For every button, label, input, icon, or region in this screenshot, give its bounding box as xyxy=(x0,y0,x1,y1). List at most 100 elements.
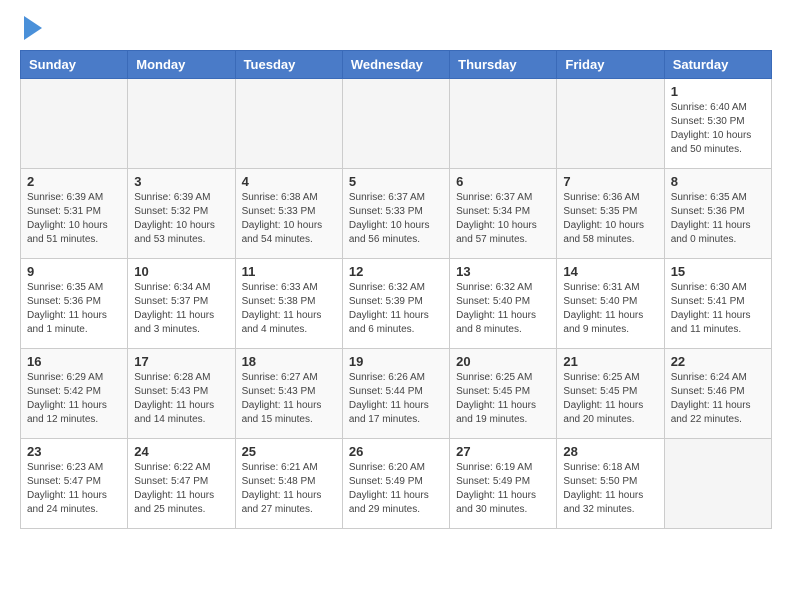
day-cell: 28 Sunrise: 6:18 AM Sunset: 5:50 PM Dayli… xyxy=(557,439,664,529)
day-cell: 16 Sunrise: 6:29 AM Sunset: 5:42 PM Dayli… xyxy=(21,349,128,439)
day-number: 26 xyxy=(349,444,443,459)
day-cell: 26 Sunrise: 6:20 AM Sunset: 5:49 PM Dayli… xyxy=(342,439,449,529)
logo-arrow-icon xyxy=(24,16,42,40)
week-row-3: 9 Sunrise: 6:35 AM Sunset: 5:36 PM Daylig… xyxy=(21,259,772,349)
day-cell xyxy=(342,79,449,169)
day-cell: 12Sunrise: 6:32 AM Sunset: 5:39 PM Dayli… xyxy=(342,259,449,349)
day-info: Sunrise: 6:31 AM Sunset: 5:40 PM Dayligh… xyxy=(563,281,657,337)
day-number: 2 xyxy=(27,174,121,189)
day-number: 27 xyxy=(456,444,550,459)
day-number: 18 xyxy=(242,354,336,369)
header-tuesday: Tuesday xyxy=(235,51,342,79)
day-cell: 18 Sunrise: 6:27 AM Sunset: 5:43 PM Dayli… xyxy=(235,349,342,439)
day-cell: 25Sunrise: 6:21 AM Sunset: 5:48 PM Dayli… xyxy=(235,439,342,529)
day-number: 22 xyxy=(671,354,765,369)
day-info: Sunrise: 6:19 AM Sunset: 5:49 PM Dayligh… xyxy=(456,461,550,517)
day-info: Sunrise: 6:25 AM Sunset: 5:45 PM Dayligh… xyxy=(563,371,657,427)
day-cell: 17 Sunrise: 6:28 AM Sunset: 5:43 PM Dayli… xyxy=(128,349,235,439)
day-number: 10 xyxy=(134,264,228,279)
day-number: 4 xyxy=(242,174,336,189)
day-number: 17 xyxy=(134,354,228,369)
day-info: Sunrise: 6:18 AM Sunset: 5:50 PM Dayligh… xyxy=(563,461,657,517)
day-number: 13 xyxy=(456,264,550,279)
day-info: Sunrise: 6:30 AM Sunset: 5:41 PM Dayligh… xyxy=(671,281,765,337)
day-info: Sunrise: 6:39 AM Sunset: 5:32 PM Dayligh… xyxy=(134,191,228,247)
day-info: Sunrise: 6:35 AM Sunset: 5:36 PM Dayligh… xyxy=(27,281,121,337)
logo xyxy=(20,20,42,40)
day-info: Sunrise: 6:29 AM Sunset: 5:42 PM Dayligh… xyxy=(27,371,121,427)
day-number: 25 xyxy=(242,444,336,459)
day-cell xyxy=(235,79,342,169)
day-cell: 7 Sunrise: 6:36 AM Sunset: 5:35 PM Daylig… xyxy=(557,169,664,259)
week-row-4: 16 Sunrise: 6:29 AM Sunset: 5:42 PM Dayli… xyxy=(21,349,772,439)
day-cell: 22 Sunrise: 6:24 AM Sunset: 5:46 PM Dayli… xyxy=(664,349,771,439)
day-info: Sunrise: 6:27 AM Sunset: 5:43 PM Dayligh… xyxy=(242,371,336,427)
day-number: 28 xyxy=(563,444,657,459)
day-cell: 1 Sunrise: 6:40 AM Sunset: 5:30 PM Daylig… xyxy=(664,79,771,169)
day-number: 20 xyxy=(456,354,550,369)
header-friday: Friday xyxy=(557,51,664,79)
day-number: 8 xyxy=(671,174,765,189)
day-cell: 11 Sunrise: 6:33 AM Sunset: 5:38 PM Dayli… xyxy=(235,259,342,349)
day-cell: 4 Sunrise: 6:38 AM Sunset: 5:33 PM Daylig… xyxy=(235,169,342,259)
day-number: 21 xyxy=(563,354,657,369)
day-cell: 6 Sunrise: 6:37 AM Sunset: 5:34 PM Daylig… xyxy=(450,169,557,259)
day-cell: 27 Sunrise: 6:19 AM Sunset: 5:49 PM Dayli… xyxy=(450,439,557,529)
day-number: 7 xyxy=(563,174,657,189)
day-cell: 15 Sunrise: 6:30 AM Sunset: 5:41 PM Dayli… xyxy=(664,259,771,349)
day-info: Sunrise: 6:26 AM Sunset: 5:44 PM Dayligh… xyxy=(349,371,443,427)
day-number: 24 xyxy=(134,444,228,459)
day-cell: 21 Sunrise: 6:25 AM Sunset: 5:45 PM Dayli… xyxy=(557,349,664,439)
page-header xyxy=(20,20,772,40)
day-cell: 23 Sunrise: 6:23 AM Sunset: 5:47 PM Dayli… xyxy=(21,439,128,529)
header-saturday: Saturday xyxy=(664,51,771,79)
day-number: 14 xyxy=(563,264,657,279)
header-wednesday: Wednesday xyxy=(342,51,449,79)
week-row-5: 23 Sunrise: 6:23 AM Sunset: 5:47 PM Dayli… xyxy=(21,439,772,529)
day-cell xyxy=(128,79,235,169)
week-row-2: 2 Sunrise: 6:39 AM Sunset: 5:31 PM Daylig… xyxy=(21,169,772,259)
day-info: Sunrise: 6:33 AM Sunset: 5:38 PM Dayligh… xyxy=(242,281,336,337)
day-cell xyxy=(557,79,664,169)
day-number: 9 xyxy=(27,264,121,279)
day-info: Sunrise: 6:32 AM Sunset: 5:40 PM Dayligh… xyxy=(456,281,550,337)
day-cell: 19 Sunrise: 6:26 AM Sunset: 5:44 PM Dayli… xyxy=(342,349,449,439)
day-cell: 24 Sunrise: 6:22 AM Sunset: 5:47 PM Dayli… xyxy=(128,439,235,529)
day-info: Sunrise: 6:36 AM Sunset: 5:35 PM Dayligh… xyxy=(563,191,657,247)
day-number: 6 xyxy=(456,174,550,189)
day-info: Sunrise: 6:28 AM Sunset: 5:43 PM Dayligh… xyxy=(134,371,228,427)
day-number: 5 xyxy=(349,174,443,189)
day-info: Sunrise: 6:35 AM Sunset: 5:36 PM Dayligh… xyxy=(671,191,765,247)
day-cell: 2 Sunrise: 6:39 AM Sunset: 5:31 PM Daylig… xyxy=(21,169,128,259)
day-number: 11 xyxy=(242,264,336,279)
day-cell: 10 Sunrise: 6:34 AM Sunset: 5:37 PM Dayli… xyxy=(128,259,235,349)
day-info: Sunrise: 6:37 AM Sunset: 5:34 PM Dayligh… xyxy=(456,191,550,247)
day-info: Sunrise: 6:24 AM Sunset: 5:46 PM Dayligh… xyxy=(671,371,765,427)
day-info: Sunrise: 6:25 AM Sunset: 5:45 PM Dayligh… xyxy=(456,371,550,427)
day-number: 12 xyxy=(349,264,443,279)
day-number: 16 xyxy=(27,354,121,369)
day-cell: 8 Sunrise: 6:35 AM Sunset: 5:36 PM Daylig… xyxy=(664,169,771,259)
header-thursday: Thursday xyxy=(450,51,557,79)
calendar-header-row: SundayMondayTuesdayWednesdayThursdayFrid… xyxy=(21,51,772,79)
day-number: 1 xyxy=(671,84,765,99)
day-number: 19 xyxy=(349,354,443,369)
day-info: Sunrise: 6:38 AM Sunset: 5:33 PM Dayligh… xyxy=(242,191,336,247)
week-row-1: 1 Sunrise: 6:40 AM Sunset: 5:30 PM Daylig… xyxy=(21,79,772,169)
day-info: Sunrise: 6:34 AM Sunset: 5:37 PM Dayligh… xyxy=(134,281,228,337)
header-sunday: Sunday xyxy=(21,51,128,79)
header-monday: Monday xyxy=(128,51,235,79)
calendar-table: SundayMondayTuesdayWednesdayThursdayFrid… xyxy=(20,50,772,529)
day-info: Sunrise: 6:23 AM Sunset: 5:47 PM Dayligh… xyxy=(27,461,121,517)
day-number: 15 xyxy=(671,264,765,279)
day-info: Sunrise: 6:22 AM Sunset: 5:47 PM Dayligh… xyxy=(134,461,228,517)
day-cell: 9 Sunrise: 6:35 AM Sunset: 5:36 PM Daylig… xyxy=(21,259,128,349)
day-cell xyxy=(664,439,771,529)
day-cell: 20 Sunrise: 6:25 AM Sunset: 5:45 PM Dayli… xyxy=(450,349,557,439)
day-number: 23 xyxy=(27,444,121,459)
day-info: Sunrise: 6:39 AM Sunset: 5:31 PM Dayligh… xyxy=(27,191,121,247)
day-info: Sunrise: 6:20 AM Sunset: 5:49 PM Dayligh… xyxy=(349,461,443,517)
day-info: Sunrise: 6:37 AM Sunset: 5:33 PM Dayligh… xyxy=(349,191,443,247)
day-info: Sunrise: 6:40 AM Sunset: 5:30 PM Dayligh… xyxy=(671,101,765,157)
day-cell xyxy=(21,79,128,169)
